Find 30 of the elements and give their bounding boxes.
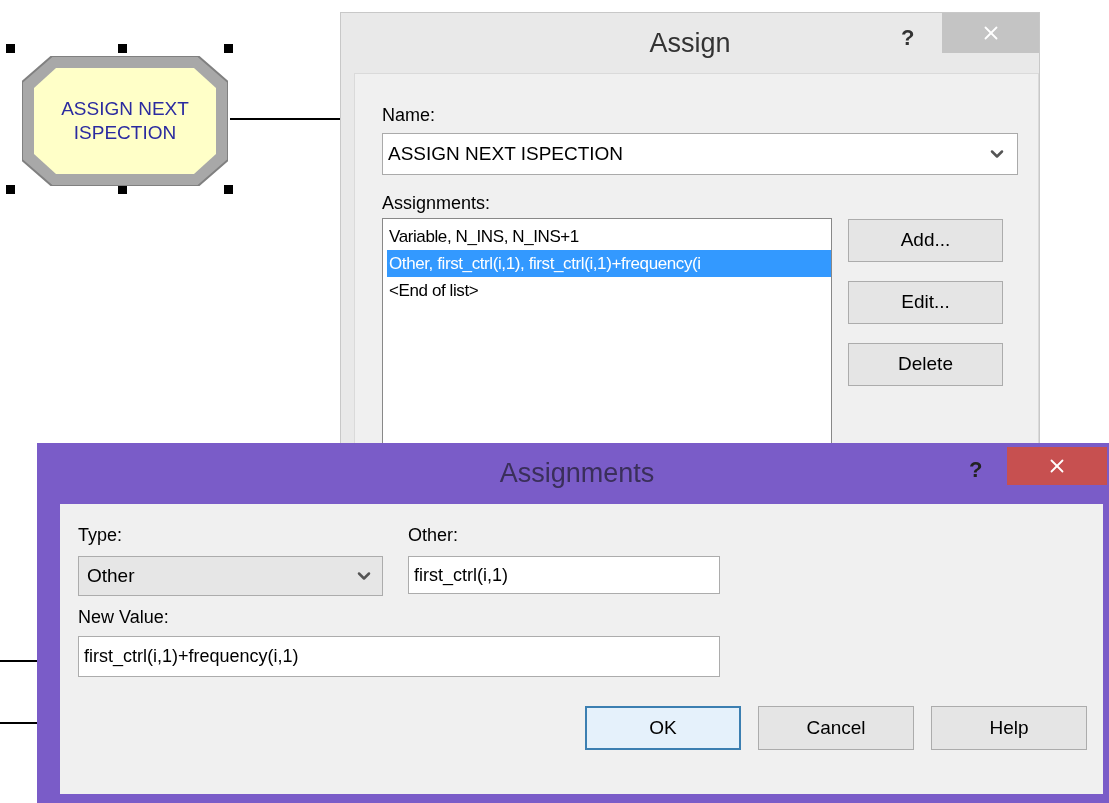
close-button[interactable]: [1007, 447, 1107, 485]
other-label: Other:: [408, 524, 460, 546]
dialog-button[interactable]: Delete: [848, 343, 1003, 386]
window-title: Assignments: [499, 457, 655, 491]
dialog-button[interactable]: Help: [931, 706, 1087, 750]
selection-handle[interactable]: [118, 185, 127, 194]
new-value-label: New Value:: [78, 606, 170, 628]
assign-module[interactable]: ASSIGN NEXT ISPECTION: [22, 56, 228, 186]
help-button[interactable]: ?: [901, 21, 915, 54]
new-value-field[interactable]: first_ctrl(i,1)+frequency(i,1): [78, 636, 720, 677]
window-title: Assign: [649, 26, 731, 60]
dialog-button[interactable]: OK: [585, 706, 741, 750]
list-item[interactable]: Variable, N_INS, N_INS+1: [387, 223, 831, 250]
other-field[interactable]: first_ctrl(i,1): [408, 556, 720, 594]
selection-handle[interactable]: [224, 44, 233, 53]
name-label: Name:: [382, 104, 436, 126]
type-label: Type:: [78, 524, 124, 546]
assignments-label: Assignments:: [382, 192, 492, 214]
module-label: ASSIGN NEXT ISPECTION: [60, 97, 190, 145]
close-button[interactable]: [942, 13, 1039, 53]
selection-handle[interactable]: [6, 44, 15, 53]
name-combobox[interactable]: ASSIGN NEXT ISPECTION: [382, 133, 1018, 175]
dialog-button[interactable]: Cancel: [758, 706, 914, 750]
selection-handle[interactable]: [6, 185, 15, 194]
list-item[interactable]: <End of list>: [387, 277, 831, 304]
type-dropdown[interactable]: Other: [78, 556, 383, 596]
dialog-button[interactable]: Edit...: [848, 281, 1003, 324]
dialog-button[interactable]: Add...: [848, 219, 1003, 262]
selection-handle[interactable]: [224, 185, 233, 194]
selection-handle[interactable]: [118, 44, 127, 53]
